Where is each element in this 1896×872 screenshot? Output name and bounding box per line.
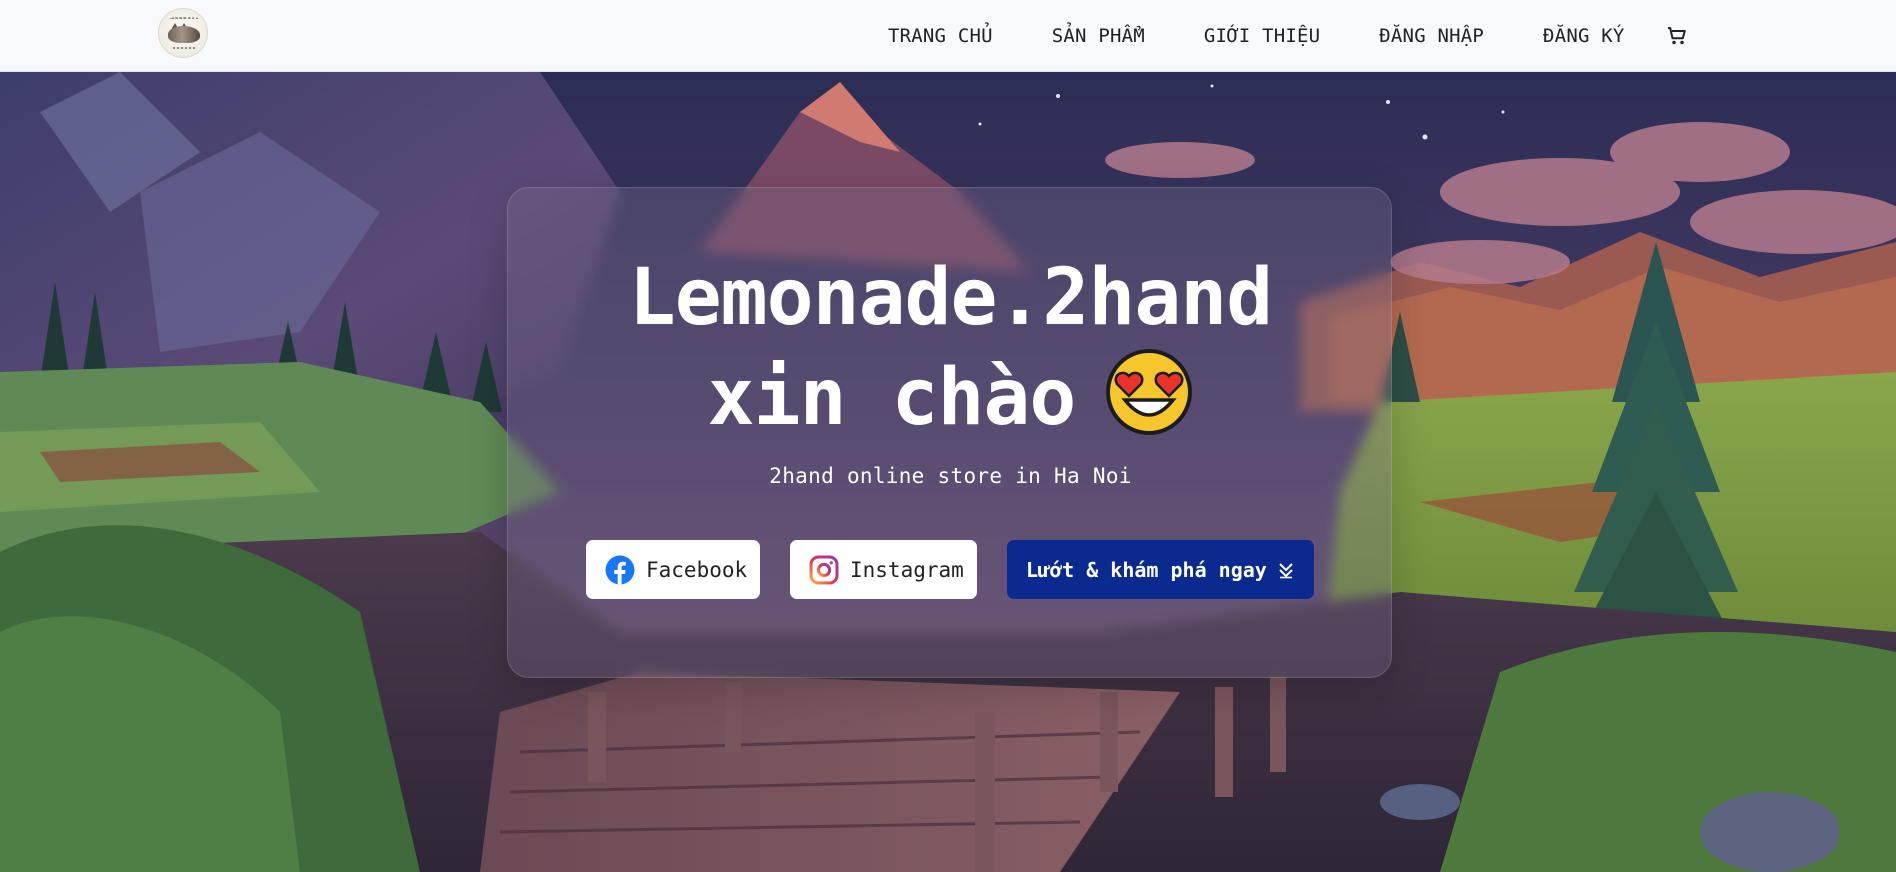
- main-nav: TRANG CHỦ SẢN PHẨM GIỚI THIỆU ĐĂNG NHẬP …: [888, 0, 1689, 72]
- hero-title-line1: Lemonade.2hand: [628, 253, 1273, 343]
- heart-eyes-emoji-icon: [1106, 349, 1193, 435]
- nav-item-home[interactable]: TRANG CHỦ: [888, 25, 993, 47]
- nav-item-register[interactable]: ĐĂNG KÝ: [1543, 25, 1624, 47]
- hero-title-line2-wrapper: xin chào: [508, 348, 1393, 448]
- logo-lettering-decoration: [173, 47, 195, 49]
- shopping-cart-icon[interactable]: [1665, 24, 1689, 48]
- hero-subtitle: 2hand online store in Ha Noi: [769, 464, 1132, 488]
- explore-button-label: Lướt & khám phá ngay: [1026, 557, 1267, 582]
- logo-cat-body: [168, 26, 200, 43]
- facebook-icon: [605, 555, 635, 584]
- facebook-button-label: Facebook: [646, 557, 748, 582]
- nav-item-login[interactable]: ĐĂNG NHẬP: [1379, 25, 1484, 47]
- navbar: TRANG CHỦ SẢN PHẨM GIỚI THIỆU ĐĂNG NHẬP …: [0, 0, 1896, 72]
- instagram-button-label: Instagram: [850, 557, 964, 582]
- hero-title-line2: xin chào: [707, 353, 1077, 443]
- explore-now-button[interactable]: Lướt & khám phá ngay: [1007, 540, 1314, 599]
- facebook-button[interactable]: Facebook: [586, 540, 760, 599]
- hero-title: Lemonade.2hand xin chào: [508, 248, 1393, 448]
- double-chevron-down-icon: [1279, 562, 1293, 578]
- instagram-button[interactable]: Instagram: [790, 540, 977, 599]
- nav-item-products[interactable]: SẢN PHẨM: [1052, 25, 1145, 47]
- logo-lettering-decoration: [169, 17, 199, 20]
- instagram-icon: [809, 555, 839, 584]
- cat-logo-icon[interactable]: [158, 8, 208, 58]
- hero-section: Lemonade.2hand xin chào 2hand online sto…: [0, 72, 1896, 872]
- hero-card: Lemonade.2hand xin chào 2hand online sto…: [507, 187, 1392, 678]
- nav-item-about[interactable]: GIỚI THIỆU: [1204, 25, 1320, 47]
